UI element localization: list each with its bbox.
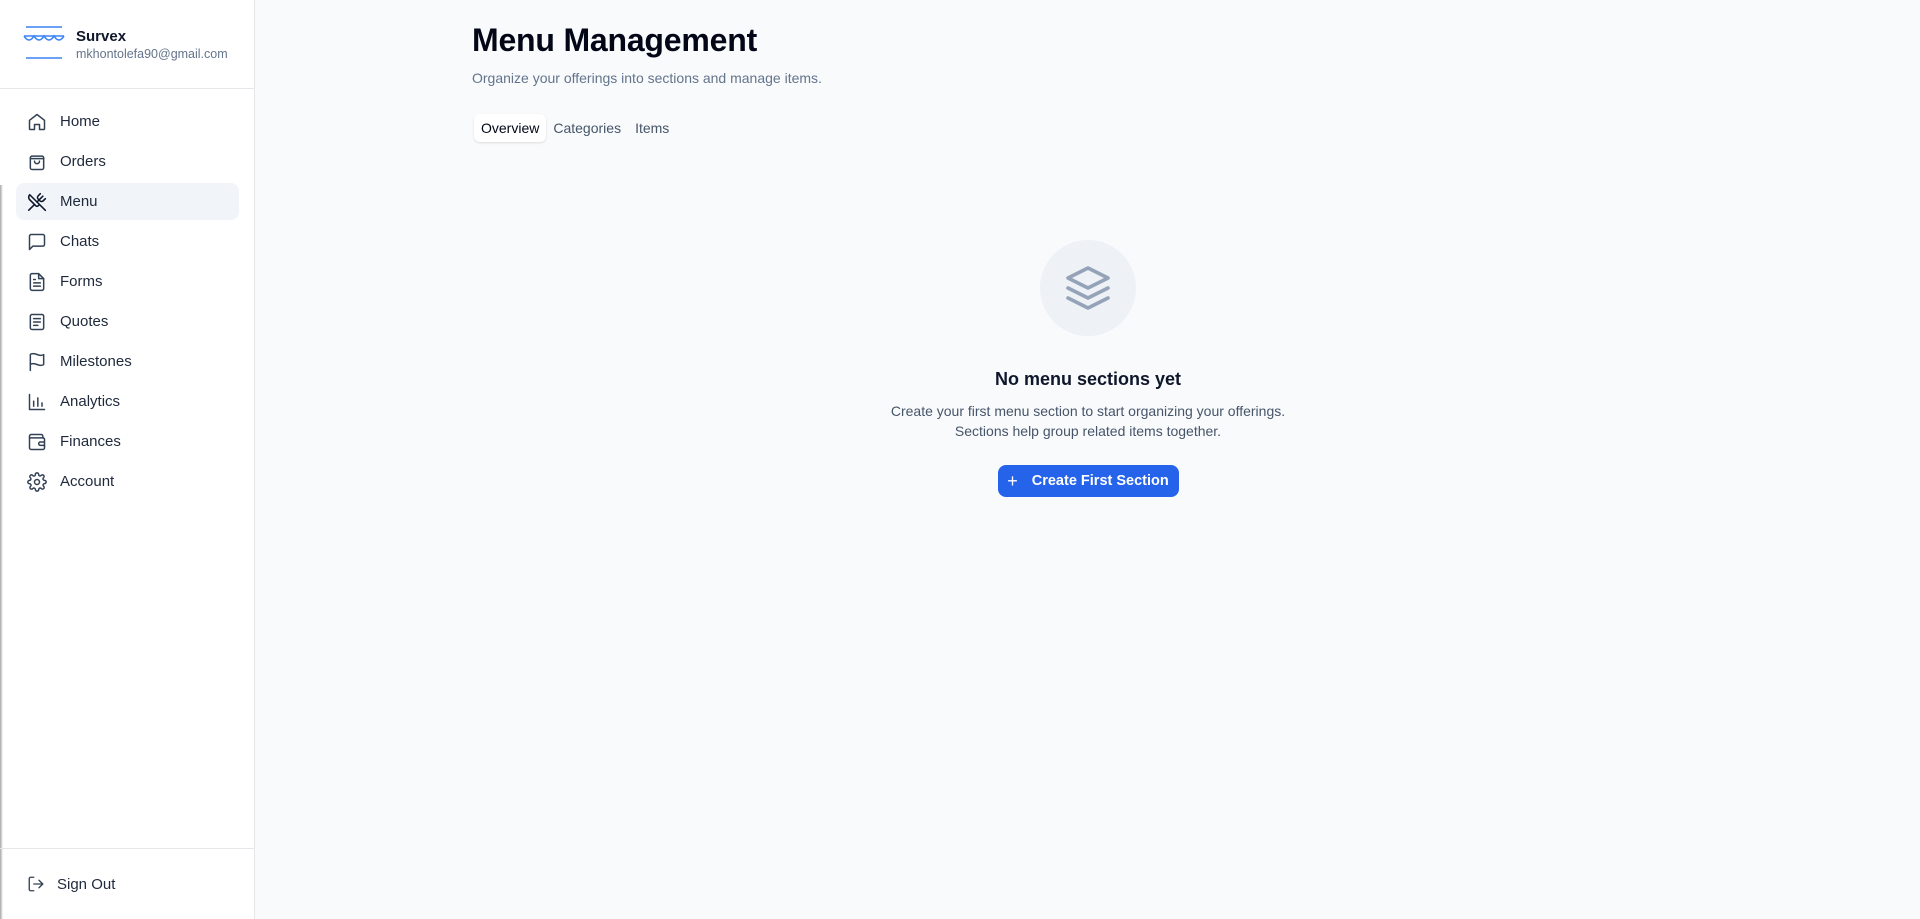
empty-state-description-line1: Create your first menu section to start … [890,403,1286,419]
layers-icon [1066,266,1110,310]
bar-chart-icon [27,392,47,412]
page-subtitle: Organize your offerings into sections an… [472,70,822,86]
sidebar-item-finances[interactable]: Finances [16,423,239,460]
sidebar-item-forms[interactable]: Forms [16,263,239,300]
user-email: mkhontolefa90@gmail.com [76,47,228,61]
sign-out-label: Sign Out [57,875,116,893]
log-out-icon [27,875,45,893]
sidebar-item-label: Chats [60,233,100,250]
sidebar-item-analytics[interactable]: Analytics [16,383,239,420]
plus-icon: + [1007,471,1018,491]
empty-state-title: No menu sections yet [994,369,1182,389]
home-icon [27,112,47,132]
sidebar-item-label: Milestones [60,353,132,370]
empty-state-description-line2: Sections help group related items togeth… [954,423,1222,439]
wallet-icon [27,432,47,452]
sidebar-item-menu[interactable]: Menu [16,183,239,220]
receipt-icon [27,312,47,332]
create-first-section-label: Create First Section [1031,473,1169,489]
utensils-crossed-icon [27,192,47,212]
file-text-icon [27,272,47,292]
empty-state: No menu sections yet Create your first m… [838,240,1338,497]
sign-out-button[interactable]: Sign Out [27,875,115,893]
sidebar-item-account[interactable]: Account [16,463,239,500]
shopping-bag-icon [27,152,47,172]
sidebar-item-label: Account [60,473,115,490]
sidebar-item-orders[interactable]: Orders [16,143,239,180]
sidebar-item-quotes[interactable]: Quotes [16,303,239,340]
flag-icon [27,352,47,372]
menu-tabs: Overview Categories Items [472,114,676,142]
sidebar-item-label: Analytics [60,393,121,410]
sidebar-footer: Sign Out [0,848,254,919]
sidebar-item-chats[interactable]: Chats [16,223,239,260]
tab-overview[interactable]: Overview [474,114,547,142]
sidebar-item-label: Quotes [60,313,109,330]
awning-logo-icon [23,26,65,59]
sidebar-item-label: Finances [60,433,121,450]
sidebar-item-label: Home [60,113,101,130]
sidebar-nav: Home Orders Menu Chats Forms Quotes Mile… [16,103,239,503]
sidebar-item-label: Orders [60,153,106,170]
tab-items[interactable]: Items [628,114,676,142]
sidebar-item-milestones[interactable]: Milestones [16,343,239,380]
sidebar-item-label: Forms [60,273,103,290]
brand-header: Survex mkhontolefa90@gmail.com [0,0,254,89]
message-square-icon [27,232,47,252]
settings-icon [27,471,47,492]
tab-categories[interactable]: Categories [546,114,628,142]
sidebar-item-home[interactable]: Home [16,103,239,140]
brand-name: Survex [76,28,127,45]
create-first-section-button[interactable]: + Create First Section [997,465,1179,497]
empty-state-description: Create your first menu section to start … [838,401,1338,441]
sidebar: Survex mkhontolefa90@gmail.com Home Orde… [0,0,255,919]
empty-state-icon-circle [1040,240,1136,336]
page-title: Menu Management [472,22,758,58]
sidebar-item-label: Menu [60,193,98,210]
